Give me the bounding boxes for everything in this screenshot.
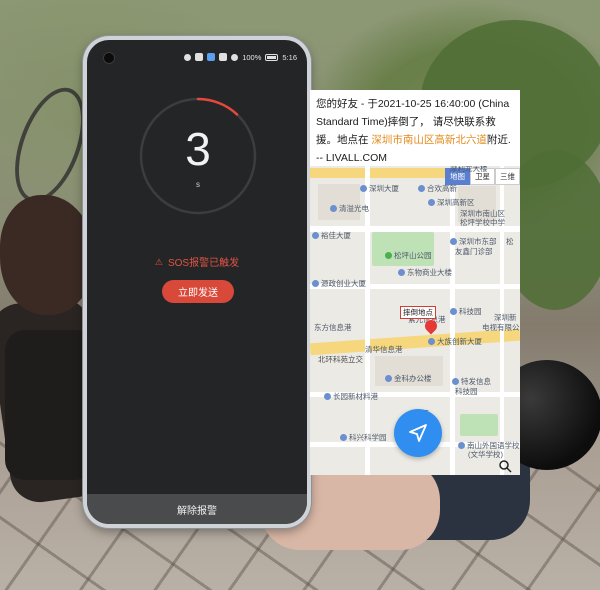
navigation-arrow-icon <box>409 424 427 442</box>
battery-icon <box>265 53 279 61</box>
countdown-number: 3 <box>185 123 211 175</box>
map-poi: 东物商业大楼 <box>398 267 452 278</box>
sos-message: 您的好友 - 于2021-10-25 16:40:00 (China Stand… <box>316 95 516 167</box>
person-head <box>0 195 95 315</box>
app-notification-icon <box>207 53 216 61</box>
map-poi: 清华信息港 <box>365 345 403 354</box>
map-poi: 摩利龙大楼 <box>450 166 488 173</box>
nfc-icon <box>219 53 228 61</box>
person-shorts <box>5 330 95 480</box>
search-icon[interactable] <box>498 459 512 473</box>
cancel-alarm-button[interactable]: 解除报警 <box>87 494 307 524</box>
sos-status: ⚠ SOS报警已触发 <box>87 254 307 270</box>
map-poi: 大族创新大厦 <box>428 336 482 347</box>
countdown-unit: s <box>196 180 200 189</box>
map-poi: 科兴科学园 <box>340 432 387 443</box>
map-block <box>318 184 360 220</box>
map-poi: 合欢高新 <box>418 183 457 194</box>
map-road-label: 北环科苑立交 <box>318 355 363 364</box>
map-poi: 松坪学校中学 <box>460 218 505 227</box>
map-poi: 松 <box>506 237 514 246</box>
map-poi: 裕佳大厦 <box>312 230 351 241</box>
map-poi: 长园新材料港 <box>324 391 378 402</box>
warning-icon: ⚠ <box>154 256 163 267</box>
map-poi: 深圳大厦 <box>360 183 399 194</box>
clock: 5:16 <box>282 52 297 62</box>
front-camera <box>104 53 114 63</box>
phone-device: 100% 5:16 3 s ⚠ SOS报警已触发 立即发送 解除报警 <box>83 36 311 528</box>
map-poi: 金科办公楼 <box>385 373 432 384</box>
map-poi: 科技园 <box>455 387 478 396</box>
fall-location-label: 摔倒地点 <box>400 306 436 319</box>
map-poi: 科技园 <box>450 306 482 317</box>
wifi-icon <box>195 53 204 61</box>
notification-icon <box>184 53 192 61</box>
sos-screen: 100% 5:16 3 s ⚠ SOS报警已触发 立即发送 解除报警 <box>87 40 307 524</box>
location-map[interactable]: 地图 卫星 三维 摩利龙大楼 深圳大厦 合欢高新 深圳高新区 深圳市南山区 松坪… <box>310 166 520 475</box>
sms-preview-panel: 您的好友 - 于2021-10-25 16:40:00 (China Stand… <box>310 90 520 475</box>
map-poi: 东方信息港 <box>314 323 352 332</box>
vibrate-icon <box>231 53 239 61</box>
map-poi: 清溢光电 <box>330 203 369 214</box>
address-link[interactable]: 深圳市南山区高新北六道 <box>371 134 487 146</box>
sos-status-text: SOS报警已触发 <box>167 258 240 269</box>
map-road <box>450 166 455 475</box>
map-poi: 电视有限公司 <box>482 323 520 332</box>
status-bar: 100% 5:16 <box>184 50 297 64</box>
map-poi: 松坪山公园 <box>385 250 432 261</box>
map-poi: 源政创业大厦 <box>312 278 366 289</box>
map-poi: 友鑫门诊部 <box>455 247 493 256</box>
map-poi: 深圳高新区 <box>428 197 475 208</box>
map-tab-3d[interactable]: 三维 <box>495 168 520 185</box>
send-now-button[interactable]: 立即发送 <box>162 280 234 303</box>
navigate-button[interactable] <box>394 409 442 457</box>
battery-percent: 100% <box>242 52 262 62</box>
countdown-ring: 3 s <box>138 96 258 216</box>
map-park <box>460 414 498 436</box>
